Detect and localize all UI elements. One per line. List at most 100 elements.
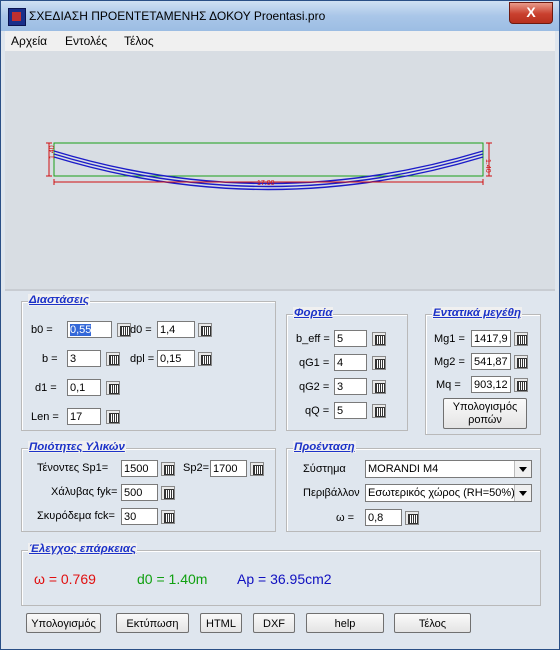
b-input[interactable]: 3 xyxy=(67,350,101,367)
environment-label: Περιβάλλον xyxy=(303,487,360,499)
forces-title: Εντατικά μεγέθη xyxy=(432,307,522,319)
dimensions-panel: Διαστάσεις b0 = 0,55 d0 = 1,4 b = 3 dpl … xyxy=(21,294,276,431)
d1-label: d1 = xyxy=(35,382,57,394)
mq-input[interactable]: 903,12 xyxy=(471,376,511,393)
loads-panel: Φορτία b_eff = 5 qG1 = 4 qG2 = 3 qQ = 5 xyxy=(286,307,408,431)
mq-label: Mq = xyxy=(436,379,461,391)
materials-title: Ποιότητες Υλικών xyxy=(28,441,126,453)
len-calc-icon[interactable] xyxy=(106,410,120,424)
help-button[interactable]: help xyxy=(306,613,384,633)
ap-result: Ap = 36.95cm2 xyxy=(237,571,332,587)
length-dim-label: 17.00 xyxy=(257,180,275,187)
qg2-calc-icon[interactable] xyxy=(372,380,386,394)
mg1-input[interactable]: 1417,9 xyxy=(471,330,511,347)
main-window: ΣΧΕΔΙΑΣΗ ΠΡΟΕΝΤΕΤΑΜΕΝΗΣ ΔΟΚΟΥ Proentasi.… xyxy=(0,0,560,650)
dpl-calc-icon[interactable] xyxy=(198,352,212,366)
d0-result: d0 = 1.40m xyxy=(137,571,208,587)
qg2-label: qG2 = xyxy=(299,381,330,393)
loads-title: Φορτία xyxy=(293,307,334,319)
mg1-calc-icon[interactable] xyxy=(514,332,528,346)
fck-calc-icon[interactable] xyxy=(161,510,175,524)
d0-label: d0 = xyxy=(130,324,152,336)
calc-moments-label-2: ροπών xyxy=(468,414,502,426)
d0-input[interactable]: 1,4 xyxy=(157,321,195,338)
materials-panel: Ποιότητες Υλικών Τένοντες Sp1= 1500 Sp2=… xyxy=(21,441,276,532)
close-button[interactable]: X xyxy=(509,2,553,24)
menu-exit[interactable]: Τέλος xyxy=(124,34,154,48)
mg2-input[interactable]: 541,87 xyxy=(471,353,511,370)
environment-value: Εσωτερικός χώρος (RH=50%) xyxy=(368,487,515,499)
print-button[interactable]: Εκτύπωση xyxy=(116,613,189,633)
tendon-1 xyxy=(53,150,484,185)
fyk-input[interactable]: 500 xyxy=(121,484,158,501)
qg1-label: qG1 = xyxy=(299,357,330,369)
system-value: MORANDI M4 xyxy=(368,463,439,475)
title-bar: ΣΧΕΔΙΑΣΗ ΠΡΟΕΝΤΕΤΑΜΕΝΗΣ ΔΟΚΟΥ Proentasi.… xyxy=(1,1,559,31)
len-input[interactable]: 17 xyxy=(67,408,101,425)
omega-input[interactable]: 0,8 xyxy=(365,509,402,526)
sp2-label: Sp2= xyxy=(183,462,209,474)
menu-commands[interactable]: Εντολές xyxy=(65,34,107,48)
qq-label: qQ = xyxy=(305,405,330,417)
b-label: b = xyxy=(42,353,58,365)
sp1-calc-icon[interactable] xyxy=(161,462,175,476)
beff-input[interactable]: 5 xyxy=(334,330,367,347)
left-dim-label: 1.40 xyxy=(49,145,56,159)
calc-moments-button[interactable]: Υπολογισμός ροπών xyxy=(443,398,527,429)
d1-calc-icon[interactable] xyxy=(106,381,120,395)
mq-calc-icon[interactable] xyxy=(514,378,528,392)
system-select[interactable]: MORANDI M4 xyxy=(365,460,532,478)
menu-files[interactable]: Αρχεία xyxy=(11,34,47,48)
omega-result: ω = 0.769 xyxy=(34,571,96,587)
sp1-input[interactable]: 1500 xyxy=(121,460,158,477)
omega-label: ω = xyxy=(336,512,355,524)
check-title: Έλεγχος επάρκειας xyxy=(28,543,138,555)
b0-calc-icon[interactable] xyxy=(117,323,131,337)
check-panel: Έλεγχος επάρκειας ω = 0.769 d0 = 1.40m A… xyxy=(21,543,541,606)
beff-calc-icon[interactable] xyxy=(372,332,386,346)
right-dim-label: 1.40 xyxy=(484,159,491,173)
qg1-calc-icon[interactable] xyxy=(372,356,386,370)
environment-dropdown-icon[interactable] xyxy=(514,485,531,501)
beam-drawing: 1.40 1.40 17.00 xyxy=(5,51,555,289)
sp1-label: Τένοντες Sp1= xyxy=(37,462,109,474)
qq-calc-icon[interactable] xyxy=(372,404,386,418)
d0-calc-icon[interactable] xyxy=(198,323,212,337)
mg2-calc-icon[interactable] xyxy=(514,355,528,369)
qg2-input[interactable]: 3 xyxy=(334,378,367,395)
beff-label: b_eff = xyxy=(296,333,330,345)
html-button[interactable]: HTML xyxy=(200,613,242,633)
b0-label: b0 = xyxy=(31,324,53,336)
sp2-calc-icon[interactable] xyxy=(250,462,264,476)
environment-select[interactable]: Εσωτερικός χώρος (RH=50%) xyxy=(365,484,532,502)
exit-button[interactable]: Τέλος xyxy=(394,613,471,633)
dpl-input[interactable]: 0,15 xyxy=(157,350,195,367)
mg1-label: Mg1 = xyxy=(434,333,465,345)
fyk-calc-icon[interactable] xyxy=(161,486,175,500)
dimensions-title: Διαστάσεις xyxy=(28,294,90,306)
splitter xyxy=(5,289,555,291)
b-calc-icon[interactable] xyxy=(106,352,120,366)
omega-calc-icon[interactable] xyxy=(405,511,419,525)
prestress-title: Προένταση xyxy=(293,441,356,453)
menu-bar: Αρχεία Εντολές Τέλος xyxy=(5,31,555,51)
len-label: Len = xyxy=(31,411,59,423)
mg2-label: Mg2 = xyxy=(434,356,465,368)
b0-input[interactable]: 0,55 xyxy=(67,321,112,338)
fyk-label: Χάλυβας fyk= xyxy=(51,486,118,498)
system-dropdown-icon[interactable] xyxy=(514,461,531,477)
prestress-panel: Προένταση Σύστημα MORANDI M4 Περιβάλλον … xyxy=(286,441,541,532)
sp2-input[interactable]: 1700 xyxy=(210,460,247,477)
qg1-input[interactable]: 4 xyxy=(334,354,367,371)
fck-input[interactable]: 30 xyxy=(121,508,158,525)
calculate-button[interactable]: Υπολογισμός xyxy=(26,613,101,633)
beam-svg: 1.40 1.40 17.00 xyxy=(46,142,492,191)
dxf-button[interactable]: DXF xyxy=(253,613,295,633)
calc-moments-label-1: Υπολογισμός xyxy=(452,401,518,413)
qq-input[interactable]: 5 xyxy=(334,402,367,419)
dpl-label: dpl = xyxy=(130,353,155,365)
window-title: ΣΧΕΔΙΑΣΗ ΠΡΟΕΝΤΕΤΑΜΕΝΗΣ ΔΟΚΟΥ Proentasi.… xyxy=(29,9,326,23)
d1-input[interactable]: 0,1 xyxy=(67,379,101,396)
app-icon xyxy=(8,8,26,26)
forces-panel: Εντατικά μεγέθη Mg1 = 1417,9 Mg2 = 541,8… xyxy=(425,307,541,435)
